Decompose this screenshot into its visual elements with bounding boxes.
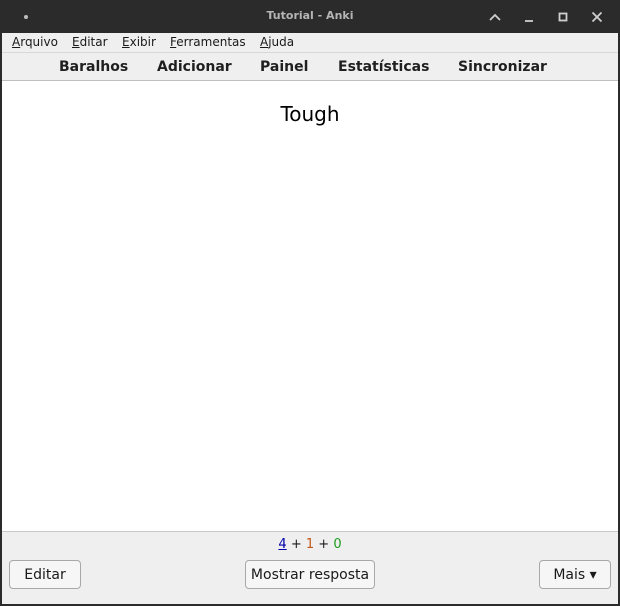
new-count[interactable]: 4 — [278, 537, 286, 552]
toolbar-browse-link[interactable]: Painel — [260, 59, 308, 75]
menu-arquivo[interactable]: Arquivo — [12, 35, 58, 49]
learning-count: 1 — [305, 537, 315, 552]
more-button[interactable]: Mais ▾ — [539, 560, 611, 589]
menu-editar[interactable]: Editar — [72, 35, 108, 49]
edit-button[interactable]: Editar — [9, 560, 81, 589]
restore-icon[interactable] — [552, 6, 574, 28]
toolbar-sync-link[interactable]: Sincronizar — [458, 59, 547, 75]
due-counts: 4 + 1 + 0 — [2, 537, 618, 552]
menu-ajuda[interactable]: Ajuda — [260, 35, 294, 49]
maximize-chevron-icon[interactable] — [484, 6, 506, 28]
card-question: Tough — [280, 102, 340, 126]
close-icon[interactable] — [586, 6, 608, 28]
menu-exibir[interactable]: Exibir — [122, 35, 156, 49]
review-count: 0 — [333, 537, 342, 552]
main-toolbar: Baralhos Adicionar Painel Estatísticas S… — [2, 52, 618, 81]
card-review-area: Tough — [2, 81, 618, 531]
count-separator: + — [290, 537, 302, 552]
menu-bar: Arquivo Editar Exibir Ferramentas Ajuda — [2, 33, 618, 52]
toolbar-decks-link[interactable]: Baralhos — [59, 59, 128, 75]
title-bar: Tutorial - Anki — [2, 0, 618, 33]
count-separator: + — [318, 537, 330, 552]
show-answer-button[interactable]: Mostrar resposta — [245, 560, 375, 589]
minimize-icon[interactable] — [518, 6, 540, 28]
anki-window: Tutorial - Anki Arquivo Editar Exibir Fe… — [0, 0, 620, 606]
menu-ferramentas[interactable]: Ferramentas — [170, 35, 246, 49]
toolbar-add-link[interactable]: Adicionar — [157, 59, 232, 75]
toolbar-stats-link[interactable]: Estatísticas — [338, 59, 429, 75]
review-bottom-bar: 4 + 1 + 0 Editar Mostrar resposta Mais ▾ — [2, 531, 618, 604]
